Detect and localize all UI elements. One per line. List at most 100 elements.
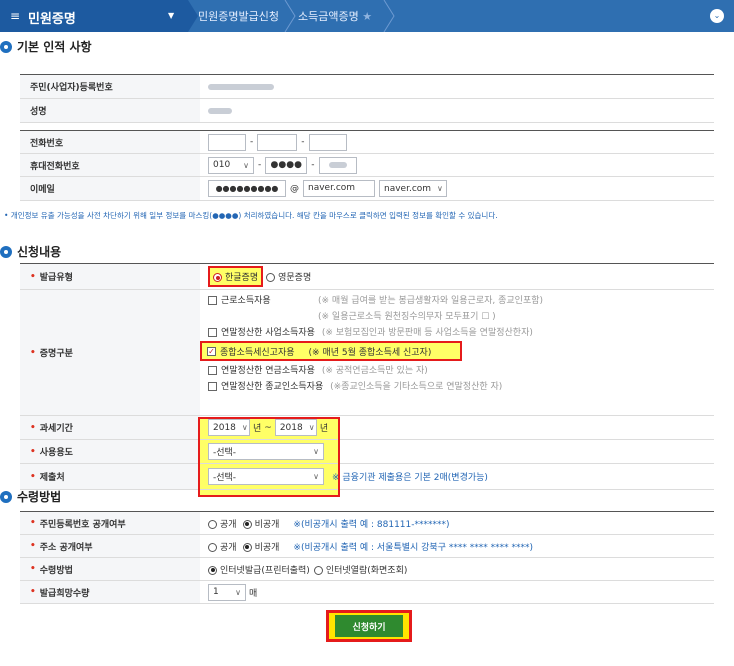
mobile-dash: - [258,160,262,170]
cert-note: (※종교인소득을 기타소득으로 연말정산한 자) [330,382,503,392]
email-domain-select[interactable]: naver.com ∨ [379,180,447,197]
method-view-option[interactable]: 인터넷열람(화면조회) [313,563,407,576]
cert-note: (※ 일용근로소득 원천징수의무자 모두표기 ☐ ) [318,312,496,322]
row-mobile: 휴대전화번호 010 ∨ - ●●●● - [20,154,714,177]
row-rrn-public: • 주민등록번호 공개여부 공개 비공개 ※(비공개시 출력 예 : 881111… [20,512,714,535]
submit-button-highlight[interactable]: 신청하기 [326,610,412,642]
cert-type-label: • 증명구분 [20,290,200,415]
email-at-sign: @ [290,183,299,194]
phone-part2-input[interactable] [257,133,298,151]
radio-rrn-private[interactable] [242,519,252,529]
masked-name-value [208,107,232,114]
application-table: • 발급유형 한글증명 영문증명 • 증명구분 근로소득자용 (※ 매월 급여를 받… [20,263,714,490]
hamburger-icon: ≡ [10,9,21,23]
cert-option-row: (※ 일용근로소득 원천징수의무자 모두표기 ☐ ) [208,309,714,325]
breadcrumb-income-cert[interactable]: 소득금액증명 ★ [298,8,372,24]
name-label: 성명 [20,99,200,122]
row-addr-public: • 주소 공개여부 공개 비공개 ※(비공개시 출력 예 : 서울특별시 강북구 … [20,535,714,558]
qty-label: • 발급희망수량 [20,581,200,603]
submit-to-label: • 제출처 [20,464,200,489]
row-name: 성명 [20,99,714,123]
star-icon[interactable]: ★ [362,10,372,23]
masking-notice: • 개인정보 유출 가능성을 사전 차단하기 위해 일부 정보를 마스킹(●●●… [4,211,498,220]
radio-addr-private[interactable] [242,542,252,552]
issue-english-option[interactable]: 영문증명 [266,270,311,283]
cert-option-row[interactable]: 연말정산한 사업소득자용 (※ 보험모집인과 방문판매 등 사업소득을 연말정산… [208,325,714,341]
cert-option-row[interactable]: 연말정산한 종교인소득자용 (※종교인소득을 기타소득으로 연말정산한 자) [208,379,714,395]
row-method: • 수령방법 인터넷발급(프린터출력) 인터넷열람(화면조회) [20,558,714,581]
addr-public-option[interactable]: 공개 [208,540,237,553]
chevron-down-icon[interactable]: ⌄ [710,9,724,23]
issue-korean-option[interactable]: 한글증명 [208,266,264,287]
checkbox-earned-income[interactable] [208,296,217,305]
section-receive: 수령방법 [0,488,61,505]
name-value [200,99,714,122]
radio-korean[interactable] [213,273,222,282]
addr-public-label: • 주소 공개여부 [20,535,200,557]
addr-private-option[interactable]: 비공개 [242,540,279,553]
checkbox-pension-income[interactable] [208,366,217,375]
qty-select[interactable]: 1 ∨ [208,583,246,601]
row-id-number: 주민(사업자)등록번호 [20,75,714,99]
usage-label: • 사용용도 [20,440,200,463]
method-print-option[interactable]: 인터넷발급(프린터출력) [208,563,310,576]
email-fields: ●●●●●●●●● @ naver.com naver.com ∨ [200,177,714,200]
phone-label: 전화번호 [20,131,200,153]
masked-mobile-value [328,162,347,168]
qty-unit: 매 [249,588,258,599]
checkbox-comprehensive-income[interactable]: ✓ [207,346,216,356]
addr-public-options: 공개 비공개 ※(비공개시 출력 예 : 서울특별시 강북구 **** ****… [200,535,714,557]
row-cert-type: • 증명구분 근로소득자용 (※ 매월 급여를 받는 봉급생활자와 일용근로자, … [20,290,714,416]
chevron-down-icon: ∨ [235,587,241,597]
mobile-dash: - [311,160,315,170]
chevron-down-icon: ∨ [243,160,249,170]
rrn-private-option[interactable]: 비공개 [242,517,279,530]
row-usage: • 사용용도 -선택- ∨ [20,440,714,464]
rrn-public-option[interactable]: 공개 [208,517,237,530]
radio-method-view[interactable] [313,565,323,575]
cert-type-options: 근로소득자용 (※ 매월 급여를 받는 봉급생활자와 일용근로자, 종교인포함)… [200,290,714,415]
section-bullet-icon [0,41,12,53]
phone-dash: - [301,137,305,147]
menu-title: 민원증명 [28,12,76,27]
method-options: 인터넷발급(프린터출력) 인터넷열람(화면조회) [200,558,714,580]
mobile-fields: 010 ∨ - ●●●● - [200,154,714,176]
email-domain-input[interactable]: naver.com [303,180,375,197]
mobile-last-input[interactable] [318,156,357,174]
addr-note: ※(비공개시 출력 예 : 서울특별시 강북구 **** **** **** *… [293,542,533,553]
phone-part1-input[interactable] [208,133,246,151]
cert-option-row[interactable]: 근로소득자용 (※ 매월 급여를 받는 봉급생활자와 일용근로자, 종교인포함) [208,293,714,309]
cert-option-row-selected[interactable]: ✓ 종합소득세신고자용 (※ 매년 5월 종합소득세 신고자) [200,341,714,361]
email-label: 이메일 [20,177,200,200]
section-application: 신청내용 [0,243,61,260]
rrn-note: ※(비공개시 출력 예 : 881111-*******) [293,519,450,530]
menu-dropdown[interactable]: ≡ 민원증명 ▼ [0,0,188,32]
rrn-public-label: • 주민등록번호 공개여부 [20,512,200,534]
radio-method-print[interactable] [208,565,217,575]
breadcrumb-civil-cert[interactable]: 민원증명발급신청 [198,8,279,24]
mobile-prefix-select[interactable]: 010 ∨ [208,156,254,174]
checkbox-religious-income[interactable] [208,382,217,391]
row-phone: 전화번호 - - [20,131,714,154]
radio-addr-public[interactable] [208,542,217,552]
id-number-label: 주민(사업자)등록번호 [20,75,200,98]
mobile-label: 휴대전화번호 [20,154,200,176]
phone-part3-input[interactable] [308,133,347,151]
cert-option-row[interactable]: 연말정산한 연금소득자용 (※ 공적연금소득만 있는 자) [208,363,714,379]
radio-english[interactable] [266,273,276,282]
cert-note: (※ 매년 5월 종합소득세 신고자) [308,347,432,358]
receive-table: • 주민등록번호 공개여부 공개 비공개 ※(비공개시 출력 예 : 881111… [20,511,714,604]
period-label: • 과세기간 [20,416,200,439]
section-basic-info: 기본 인적 사항 [0,38,92,55]
submit-button[interactable]: 신청하기 [335,615,403,637]
row-email: 이메일 ●●●●●●●●● @ naver.com naver.com ∨ [20,177,714,201]
email-id-input[interactable]: ●●●●●●●●● [208,180,286,197]
mobile-mid-input[interactable]: ●●●● [265,156,308,174]
chevron-down-icon: ∨ [437,184,443,193]
crumb-separator-icon [383,0,395,32]
submit-to-note: ※ 금융기관 제출용은 기본 2매(변경가능) [332,473,488,483]
checkbox-business-income[interactable] [208,328,217,337]
radio-rrn-public[interactable] [208,519,217,529]
row-period: • 과세기간 2018 ∨ 년 ~ 2018 ∨ 년 [20,416,714,440]
selected-cert-highlight[interactable]: ✓ 종합소득세신고자용 (※ 매년 5월 종합소득세 신고자) [200,341,462,361]
